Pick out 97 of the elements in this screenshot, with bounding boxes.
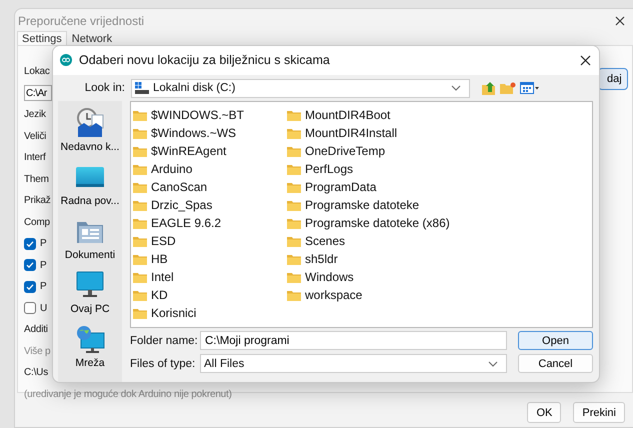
folder-item[interactable]: OneDriveTemp: [287, 142, 450, 160]
folder-item[interactable]: PerfLogs: [287, 160, 450, 178]
folder-item[interactable]: Programske datoteke (x86): [287, 214, 450, 232]
checkbox[interactable]: [24, 302, 36, 314]
folder-name-field[interactable]: C:\Moji programi: [200, 331, 507, 350]
folder-item[interactable]: Intel: [133, 268, 287, 286]
chevron-down-icon: [451, 85, 461, 92]
folder-item[interactable]: EAGLE 9.6.2: [133, 214, 287, 232]
places-item[interactable]: Ovaj PC: [58, 269, 122, 315]
setting-label: Veliči: [24, 130, 46, 142]
folder-item[interactable]: $WINDOWS.~BT: [133, 106, 287, 124]
folder-icon: [133, 164, 147, 174]
folder-icon: [287, 290, 301, 300]
setting-label: Them: [24, 174, 49, 185]
dialog-button[interactable]: OK: [527, 402, 562, 423]
folder-item[interactable]: ProgramData: [287, 178, 450, 196]
folder-icon: [287, 236, 301, 246]
folder-icon: [287, 128, 301, 138]
folder-icon: [287, 146, 301, 156]
look-in-dropdown[interactable]: Lokalni disk (C:): [131, 78, 470, 98]
view-menu-icon[interactable]: [520, 82, 540, 94]
folder-name-label: Folder name:: [130, 334, 199, 346]
open-button[interactable]: Open: [518, 331, 593, 350]
folder-icon: [287, 182, 301, 192]
folder-icon: [133, 128, 147, 138]
folder-item[interactable]: Drzic_Spas: [133, 196, 287, 214]
new-folder-icon[interactable]: [500, 81, 516, 96]
up-folder-icon[interactable]: [482, 81, 496, 96]
setting-label: Comp: [24, 216, 50, 228]
folder-icon: [287, 218, 301, 228]
recent-places-icon: [74, 107, 106, 139]
folder-item[interactable]: MountDIR4Boot: [287, 106, 450, 124]
network-icon: [75, 323, 105, 355]
folder-icon: [133, 200, 147, 210]
setting-label: Interf: [24, 152, 46, 164]
setting-label: Lokac: [24, 66, 50, 78]
location-field[interactable]: C:\Ar: [24, 85, 52, 102]
places-item[interactable]: Radna pov...: [58, 161, 122, 207]
files-of-type-label: Files of type:: [130, 358, 196, 370]
folder-icon: [133, 236, 147, 246]
folder-icon: [133, 290, 147, 300]
setting-label: Additi: [24, 324, 48, 336]
chevron-down-icon: [488, 360, 498, 366]
checkbox[interactable]: [24, 280, 36, 293]
folder-icon: [133, 272, 147, 282]
places-item[interactable]: Dokumenti: [58, 215, 122, 261]
folder-item[interactable]: CanoScan: [133, 178, 287, 196]
checkbox-label: U: [40, 302, 48, 314]
file-type-dropdown[interactable]: All Files: [200, 354, 507, 373]
hint-text: (uredivanje je moguće dok Arduino nije pokrenut): [24, 388, 232, 400]
setting-label: Jezik: [24, 109, 46, 120]
folder-icon: [133, 308, 147, 318]
window-title: Preporučene vrijednosti: [18, 14, 144, 28]
folder-item[interactable]: Korisnici: [133, 304, 287, 322]
tab[interactable]: Network: [66, 31, 118, 45]
tab[interactable]: Settings: [17, 31, 67, 45]
places-item[interactable]: Nedavno k...: [58, 107, 122, 153]
look-in-label: Look in:: [84, 82, 126, 94]
checkbox-label: P: [40, 281, 46, 292]
dialog-button[interactable]: Prekini: [573, 402, 625, 423]
add-button[interactable]: daj: [598, 68, 628, 90]
folder-icon: [133, 110, 147, 120]
folder-icon: [133, 254, 147, 264]
setting-label: C:\Us: [24, 367, 48, 378]
setting-label: Prikaž: [24, 195, 51, 206]
folder-item[interactable]: $Windows.~WS: [133, 124, 287, 142]
app-icon: [60, 54, 72, 66]
folder-icon: [287, 110, 301, 120]
folder-icon: [287, 254, 301, 264]
folder-item[interactable]: workspace: [287, 286, 450, 304]
folder-icon: [133, 218, 147, 228]
drive-icon: [135, 82, 149, 94]
folder-item[interactable]: Windows: [287, 268, 450, 286]
folder-icon: [287, 200, 301, 210]
folder-item[interactable]: Scenes: [287, 232, 450, 250]
folder-item[interactable]: $WinREAgent: [133, 142, 287, 160]
checkbox-label: P: [40, 238, 46, 250]
folder-item[interactable]: ESD: [133, 232, 287, 250]
dialog-title: Odaberi novu lokaciju za bilježnicu s skicama: [79, 53, 331, 68]
folder-icon: [133, 146, 147, 156]
folder-icon: [133, 182, 147, 192]
close-icon[interactable]: [615, 16, 625, 26]
folder-icon: [287, 164, 301, 174]
places-item[interactable]: Mreža: [58, 323, 122, 369]
checkbox[interactable]: [24, 259, 36, 272]
close-icon[interactable]: [580, 54, 591, 66]
folder-item[interactable]: Programske datoteke: [287, 196, 450, 214]
folder-item[interactable]: MountDIR4Install: [287, 124, 450, 142]
cancel-button[interactable]: Cancel: [518, 354, 593, 373]
folder-icon: [287, 272, 301, 282]
hint-text: Više p: [24, 346, 50, 357]
folder-item[interactable]: Arduino: [133, 160, 287, 178]
folder-item[interactable]: KD: [133, 286, 287, 304]
checkbox[interactable]: [24, 238, 36, 250]
folder-item[interactable]: sh5ldr: [287, 250, 450, 268]
folder-item[interactable]: HB: [133, 250, 287, 268]
checkbox-label: P: [40, 260, 46, 271]
